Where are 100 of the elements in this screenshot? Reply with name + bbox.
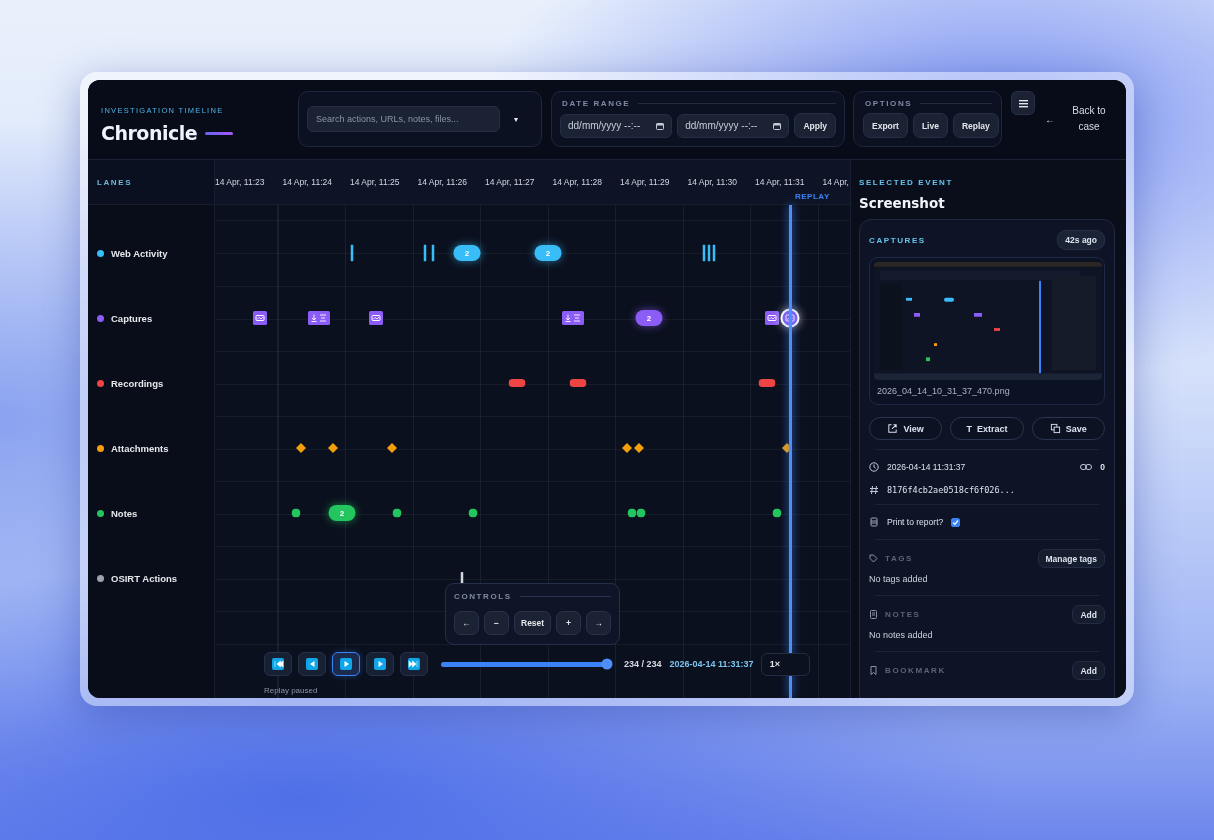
extract-button[interactable]: T Extract <box>950 417 1024 440</box>
control-button[interactable]: ← <box>454 611 479 635</box>
replay-time: 2026-04-14 11:31:37 <box>669 659 754 669</box>
capture-marker[interactable] <box>562 311 584 325</box>
time-label: 14 Apr, 11:31 <box>755 176 806 188</box>
activity-tick[interactable] <box>423 244 427 262</box>
recording-marker[interactable] <box>569 379 587 387</box>
time-label: 14 Apr, 11:24 <box>282 176 333 188</box>
note-marker[interactable] <box>291 508 301 518</box>
print-label: Print to report? <box>887 517 944 527</box>
add-note-button[interactable]: Add <box>1072 605 1105 624</box>
playback-button[interactable] <box>332 652 360 676</box>
group-label: DATE RANGE <box>562 98 631 108</box>
playback-button[interactable] <box>366 652 394 676</box>
control-button[interactable]: − <box>484 611 509 635</box>
capture-marker[interactable] <box>308 311 330 325</box>
view-button[interactable]: View <box>869 417 943 440</box>
lane-label: Recordings <box>111 377 164 389</box>
event-hash: 8176f4cb2ae0518cf6f026... <box>887 485 1015 495</box>
date-field[interactable]: dd/mm/yyyy --:-- <box>677 113 790 138</box>
note-marker[interactable] <box>772 508 782 518</box>
app-title: Chronicle <box>101 122 198 144</box>
play-icon <box>340 658 352 670</box>
activity-tick[interactable] <box>350 244 354 262</box>
slider-thumb[interactable] <box>601 658 613 670</box>
printer-icon <box>869 517 879 527</box>
attachment-marker[interactable] <box>622 443 632 453</box>
section-label: TAGS <box>885 554 914 563</box>
external-link-icon <box>887 423 899 434</box>
link-count: 0 <box>1100 462 1105 472</box>
option-button[interactable]: Export <box>863 113 908 138</box>
time-label: 14 Apr, 11:27 <box>485 176 536 188</box>
time-label: 14 Apr, 11:26 <box>417 176 468 188</box>
lane-label: Notes <box>111 507 138 519</box>
title-accent <box>205 131 234 135</box>
panel-eyebrow: SELECTED EVENT <box>859 178 953 187</box>
attachment-marker[interactable] <box>634 443 644 453</box>
activity-tick[interactable] <box>707 244 711 262</box>
lane-label: Web Activity <box>111 247 168 259</box>
event-counter: 234 / 234 <box>624 659 662 669</box>
replay-label: REPLAY <box>795 192 830 201</box>
option-button[interactable]: Live <box>912 113 948 138</box>
apply-button[interactable]: Apply <box>794 113 836 138</box>
replay-status: Replay paused <box>264 686 318 695</box>
attachment-marker[interactable] <box>296 443 306 453</box>
dropdown-toggle[interactable]: ▾ <box>514 114 518 124</box>
lane-label: Captures <box>111 312 153 324</box>
control-button[interactable]: → <box>586 611 611 635</box>
bookmark-icon <box>869 666 878 675</box>
playback-button[interactable] <box>264 652 292 676</box>
link-icon <box>1080 463 1093 471</box>
activity-tick[interactable] <box>702 244 706 262</box>
tag-icon <box>869 554 878 563</box>
add-bookmark-button[interactable]: Add <box>1072 661 1105 680</box>
recording-marker[interactable] <box>508 379 526 387</box>
empty-message: No tags added <box>869 574 928 584</box>
forward-icon <box>374 658 386 670</box>
note-marker[interactable] <box>468 508 478 518</box>
attachment-marker[interactable] <box>328 443 338 453</box>
recording-marker[interactable] <box>758 379 776 387</box>
playback-button[interactable] <box>298 652 326 676</box>
cluster-badge[interactable]: 2 <box>635 310 663 326</box>
file-name: 2026_04_14_10_31_37_470.png <box>877 386 1010 396</box>
control-button[interactable]: Reset <box>514 611 551 635</box>
capture-marker[interactable] <box>253 311 267 325</box>
age-badge: 42s ago <box>1057 230 1105 250</box>
event-timestamp: 2026-04-14 11:31:37 <box>887 462 966 472</box>
replay-line[interactable] <box>789 205 792 698</box>
lanes-header: LANES <box>97 177 133 187</box>
event-title: Screenshot <box>859 195 946 211</box>
back-link[interactable]: Back to case <box>1065 103 1113 135</box>
time-label: 14 Apr, 11:25 <box>350 176 401 188</box>
capture-marker[interactable] <box>765 311 779 325</box>
section-label: NOTES <box>885 610 921 619</box>
thumbnail-frame[interactable]: 2026_04_14_10_31_37_470.png <box>869 257 1105 405</box>
lane-label: Attachments <box>111 442 169 454</box>
print-checkbox[interactable] <box>951 517 961 527</box>
note-marker[interactable] <box>392 508 402 518</box>
activity-tick[interactable] <box>431 244 435 262</box>
control-button[interactable]: + <box>556 611 581 635</box>
note-marker[interactable] <box>636 508 646 518</box>
time-label: 14 Apr, 11:29 <box>620 176 671 188</box>
note-icon <box>869 610 878 619</box>
date-field[interactable]: dd/mm/yyyy --:-- <box>560 113 673 138</box>
save-button[interactable]: Save <box>1031 417 1105 440</box>
note-marker[interactable] <box>627 508 637 518</box>
hash-icon <box>869 485 879 495</box>
attachment-marker[interactable] <box>387 443 397 453</box>
menu-button[interactable] <box>1011 91 1035 115</box>
option-button[interactable]: Replay <box>952 113 999 138</box>
time-label: 14 Apr, <box>822 176 850 188</box>
manage-tags-button[interactable]: Manage tags <box>1037 549 1105 568</box>
activity-tick[interactable] <box>712 244 716 262</box>
search-field[interactable]: Search actions, URLs, notes, files... <box>307 106 500 132</box>
time-label: 14 Apr, 11:23 <box>215 176 266 188</box>
capture-marker[interactable] <box>369 311 383 325</box>
clock-icon <box>869 462 879 472</box>
menu-icon <box>1018 98 1028 108</box>
playback-button[interactable] <box>400 652 428 676</box>
back-arrow[interactable]: ← <box>1045 113 1055 125</box>
